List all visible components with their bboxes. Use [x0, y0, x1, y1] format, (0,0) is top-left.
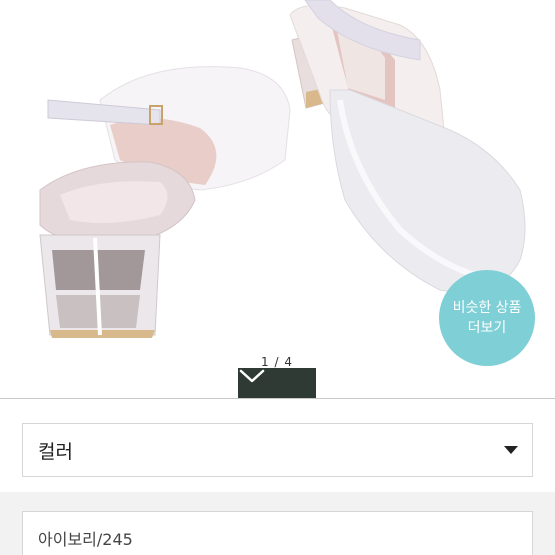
left-shoe: [39, 66, 291, 338]
color-select-label: 컬러: [38, 440, 73, 463]
option-panel: 컬러 아이보리/245: [0, 398, 555, 555]
image-page-indicator: 1 / 4: [261, 355, 293, 369]
product-image[interactable]: 비슷한 상품 더보기 1 / 4: [0, 0, 555, 398]
similar-products-label-line1: 비슷한 상품: [452, 300, 522, 316]
product-page: 비슷한 상품 더보기 1 / 4 컬러 아이보리/245: [0, 0, 555, 555]
right-shoe: [289, 0, 526, 293]
similar-products-button[interactable]: 비슷한 상품 더보기: [439, 270, 535, 366]
caret-down-icon: [504, 446, 518, 454]
similar-products-label-line2: 더보기: [467, 320, 507, 336]
color-select-dropdown[interactable]: 컬러: [22, 423, 533, 477]
collapse-gallery-button[interactable]: [238, 368, 316, 398]
selected-option-item[interactable]: 아이보리/245: [22, 511, 533, 555]
selected-option-text: 아이보리/245: [38, 530, 133, 549]
